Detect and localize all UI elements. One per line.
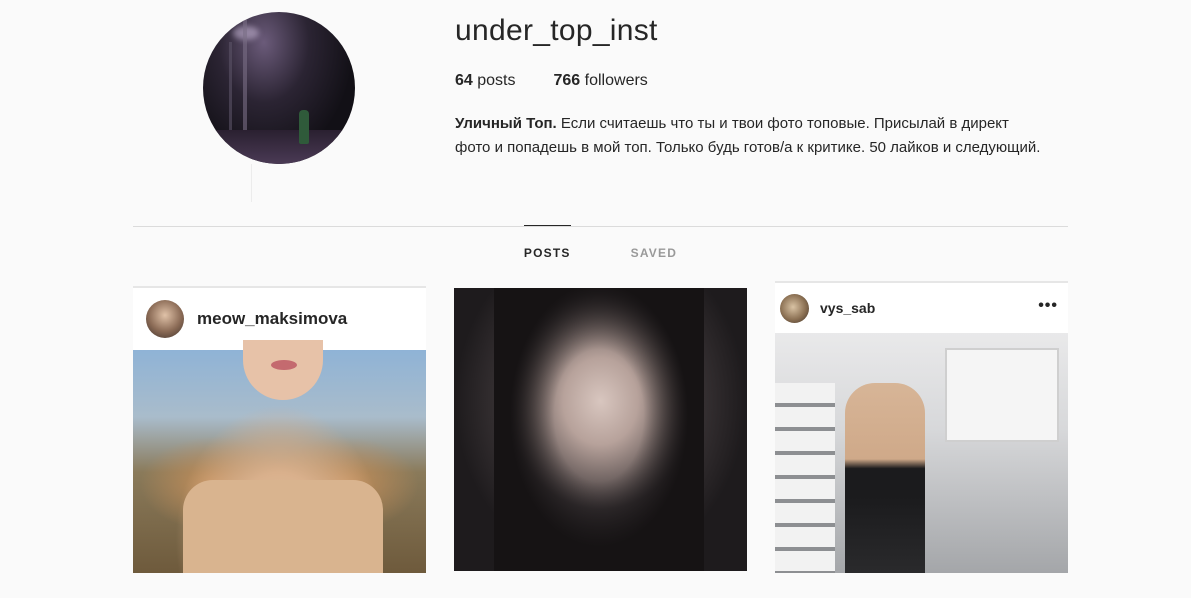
image-mirror — [945, 348, 1059, 442]
image-lips — [271, 360, 297, 370]
post-image — [133, 340, 426, 573]
followers-label: followers — [584, 72, 648, 89]
avatar-divider — [251, 164, 252, 202]
avatar-pole — [243, 20, 247, 140]
avatar-pole — [229, 42, 232, 142]
followers-count: 766 — [553, 72, 581, 89]
posts-stat: 64 posts — [455, 72, 516, 90]
post-avatar — [780, 293, 809, 323]
post-image — [454, 288, 747, 571]
tab-saved[interactable]: SAVED — [631, 226, 677, 276]
post-image — [775, 333, 1068, 573]
post-tile[interactable] — [454, 288, 747, 571]
followers-stat[interactable]: 766 followers — [554, 72, 648, 90]
bio-name: Уличный Топ. — [455, 115, 557, 132]
profile-stats: 64 posts 766 followers — [455, 72, 648, 90]
avatar-figure — [299, 110, 309, 144]
posts-label: posts — [477, 72, 516, 89]
image-face — [243, 340, 323, 400]
post-header: vys_sab ••• — [775, 283, 1068, 333]
image-shelf — [775, 383, 835, 573]
profile-bio: Уличный Топ. Если считаешь что ты и твои… — [455, 112, 1045, 160]
post-tile[interactable]: meow_maksimova — [133, 286, 426, 573]
image-person — [845, 383, 925, 573]
avatar-ground — [203, 130, 355, 164]
image-hair — [494, 288, 704, 571]
image-shirt — [183, 480, 383, 573]
profile-tabs: POSTS SAVED — [133, 225, 1068, 276]
profile-avatar[interactable] — [203, 12, 355, 164]
posts-count: 64 — [455, 72, 473, 89]
post-username: vys_sab — [820, 300, 876, 316]
more-options-icon[interactable]: ••• — [1038, 297, 1058, 315]
post-avatar — [146, 300, 184, 338]
profile-username: under_top_inst — [455, 14, 658, 47]
post-tile[interactable]: vys_sab ••• — [775, 281, 1068, 573]
tab-posts[interactable]: POSTS — [523, 225, 571, 276]
post-username: meow_maksimova — [197, 309, 348, 328]
